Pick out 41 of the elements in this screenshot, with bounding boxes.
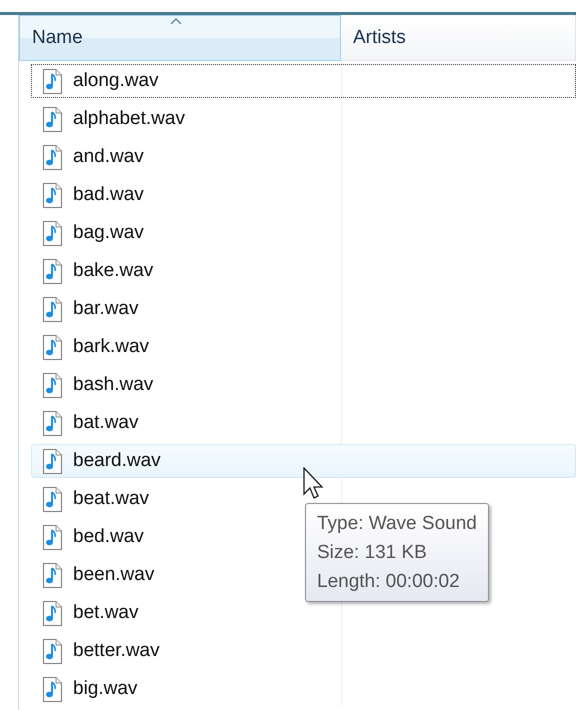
file-name: beat.wav — [73, 488, 150, 510]
file-name: bed.wav — [73, 526, 144, 548]
column-header[interactable]: Name — [19, 15, 341, 61]
file-name: bash.wav — [73, 374, 154, 396]
file-name: bat.wav — [73, 412, 138, 434]
audio-file-icon — [43, 676, 62, 702]
file-name: and.wav — [73, 146, 144, 168]
file-name: better.wav — [73, 640, 160, 662]
audio-file-icon — [43, 220, 62, 246]
column-header[interactable]: Artists — [341, 15, 576, 61]
tooltip-line: Size: 131 KB — [317, 541, 428, 565]
audio-file-icon — [43, 638, 62, 664]
audio-file-icon — [43, 372, 62, 398]
audio-file-icon — [43, 524, 62, 550]
audio-file-icon — [43, 258, 62, 284]
file-name: beard.wav — [73, 450, 161, 472]
tooltip-line: Type: Wave Sound — [317, 512, 477, 536]
audio-file-icon — [43, 182, 62, 208]
file-row[interactable]: along.wav — [31, 64, 576, 98]
audio-file-icon — [43, 68, 62, 94]
audio-file-icon — [43, 144, 62, 170]
audio-file-icon — [43, 334, 62, 360]
file-name: bag.wav — [73, 222, 144, 244]
file-name: along.wav — [73, 70, 159, 92]
file-name: bad.wav — [73, 184, 144, 206]
file-row[interactable]: beard.wav — [31, 444, 576, 478]
file-name: been.wav — [73, 564, 154, 586]
audio-file-icon — [43, 600, 62, 626]
audio-file-icon — [43, 106, 62, 132]
file-name: alphabet.wav — [73, 108, 185, 130]
file-name: bake.wav — [73, 260, 154, 282]
tooltip-line: Length: 00:00:02 — [317, 570, 461, 594]
audio-file-icon — [43, 410, 62, 436]
file-name: bar.wav — [73, 298, 138, 320]
audio-file-icon — [43, 296, 62, 322]
file-name: bet.wav — [73, 602, 138, 624]
audio-file-icon — [43, 562, 62, 588]
audio-file-icon — [43, 486, 62, 512]
file-name: big.wav — [73, 678, 138, 700]
audio-file-icon — [43, 448, 62, 474]
file-name: bark.wav — [73, 336, 150, 358]
